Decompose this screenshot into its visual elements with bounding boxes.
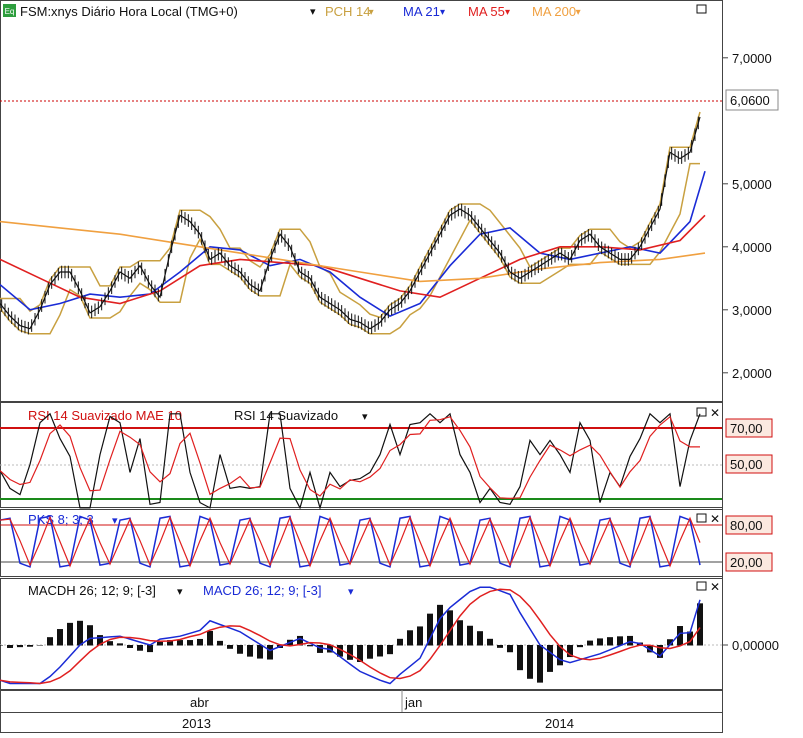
macd-histogram-bar xyxy=(377,645,383,657)
indicator-dropdown-icon[interactable]: ▾ xyxy=(440,7,445,18)
macd-histogram-bar xyxy=(0,645,3,646)
equity-badge: Eq xyxy=(5,7,15,16)
price-tick-label: 4,0000 xyxy=(732,240,772,255)
macd-histogram-bar xyxy=(267,645,273,660)
macd-histogram-bar xyxy=(497,645,503,648)
macdh-title[interactable]: MACDH 26; 12; 9; [-3] xyxy=(28,583,156,598)
macd-histogram-bar xyxy=(127,645,133,648)
last-price-label: 6,0600 xyxy=(730,93,770,108)
price-panel[interactable] xyxy=(0,0,723,402)
title-dropdown-icon[interactable]: ▾ xyxy=(310,6,316,18)
pks-80-label: 80,00 xyxy=(730,518,763,533)
macd-histogram-bar xyxy=(177,640,183,646)
indicator-label-1[interactable]: MA 21 xyxy=(403,4,440,19)
year-label-2014: 2014 xyxy=(545,716,574,731)
macd-histogram-bar xyxy=(597,638,603,646)
macd-histogram-bar xyxy=(197,638,203,646)
price-tick-label: 5,0000 xyxy=(732,177,772,192)
indicator-dropdown-icon[interactable]: ▾ xyxy=(576,7,581,18)
price-tick-label: 2,0000 xyxy=(732,366,772,381)
macd-histogram-bar xyxy=(547,645,553,672)
macd-histogram-bar xyxy=(507,645,513,653)
macd-histogram-bar xyxy=(307,645,313,647)
macd-histogram-bar xyxy=(137,645,143,651)
macd-zero-label: 0,00000 xyxy=(732,638,779,653)
macd-histogram-bar xyxy=(417,626,423,646)
indicator-label-0[interactable]: PCH 14 xyxy=(325,4,371,19)
indicator-dropdown-icon[interactable]: ▾ xyxy=(505,7,510,18)
chart-window: Eq FSM:xnys Diário Hora Local (TMG+0) ▾ … xyxy=(0,0,803,733)
macd-histogram-bar xyxy=(27,645,33,647)
macd-histogram-bar xyxy=(87,625,93,646)
macd-histogram-bar xyxy=(247,645,253,657)
macd-histogram-bar xyxy=(387,645,393,655)
macd-histogram-bar xyxy=(517,645,523,671)
macd-histogram-bar xyxy=(537,645,543,683)
chart-title[interactable]: FSM:xnys Diário Hora Local (TMG+0) xyxy=(20,4,238,19)
macd-histogram-bar xyxy=(367,645,373,659)
indicator-dropdown-icon[interactable]: ▾ xyxy=(369,7,374,18)
macd-histogram-bar xyxy=(207,630,213,646)
macd-histogram-bar xyxy=(257,645,263,659)
rsi-70-label: 70,00 xyxy=(730,421,763,436)
macd-histogram-bar xyxy=(67,622,73,646)
macd-histogram-bar xyxy=(107,641,113,646)
macd-histogram-bar xyxy=(57,629,63,646)
macd-histogram-bar xyxy=(77,620,83,646)
macd-histogram-bar xyxy=(627,635,633,646)
chart-canvas: Eq FSM:xnys Diário Hora Local (TMG+0) ▾ … xyxy=(0,0,779,733)
rsi-title[interactable]: RSI 14 Suavizado xyxy=(234,408,338,423)
macd-histogram-bar xyxy=(527,645,533,679)
macd-histogram-bar xyxy=(217,640,223,646)
macd-dropdown-icon[interactable]: ▾ xyxy=(348,586,354,598)
macd-histogram-bar xyxy=(147,645,153,653)
price-tick-label: 3,0000 xyxy=(732,303,772,318)
macd-histogram-bar xyxy=(427,613,433,646)
macd-histogram-bar xyxy=(407,630,413,646)
close-macd-icon[interactable]: ✕ xyxy=(710,580,720,594)
month-label-abr: abr xyxy=(190,695,209,710)
macd-histogram-bar xyxy=(587,640,593,646)
close-pks-icon[interactable]: ✕ xyxy=(710,512,720,526)
macd-histogram-bar xyxy=(237,645,243,654)
indicator-label-3[interactable]: MA 200 xyxy=(532,4,576,19)
macd-histogram-bar xyxy=(47,637,53,646)
macd-histogram-bar xyxy=(477,631,483,646)
macd-histogram-bar xyxy=(7,645,13,648)
indicator-label-2[interactable]: MA 55 xyxy=(468,4,505,19)
month-label-jan: jan xyxy=(404,695,422,710)
rsi-dropdown-icon[interactable]: ▾ xyxy=(362,411,368,423)
macd-histogram-bar xyxy=(37,645,43,646)
macd-histogram-bar xyxy=(697,603,703,646)
macd-title[interactable]: MACD 26; 12; 9; [-3] xyxy=(203,583,322,598)
close-rsi-icon[interactable]: ✕ xyxy=(710,406,720,420)
macd-histogram-bar xyxy=(397,638,403,646)
rsi-50-label: 50,00 xyxy=(730,457,763,472)
time-axis xyxy=(0,690,723,733)
macd-histogram-bar xyxy=(187,640,193,646)
macd-histogram-bar xyxy=(157,641,163,646)
year-label-2013: 2013 xyxy=(182,716,211,731)
pks-20-label: 20,00 xyxy=(730,555,763,570)
price-tick-label: 7,0000 xyxy=(732,51,772,66)
macd-histogram-bar xyxy=(437,604,443,646)
macd-histogram-bar xyxy=(17,645,23,648)
macd-histogram-bar xyxy=(347,645,353,660)
macd-histogram-bar xyxy=(467,625,473,646)
macd-histogram-bar xyxy=(457,620,463,646)
macd-histogram-bar xyxy=(607,637,613,646)
macd-histogram-bar xyxy=(227,645,233,649)
macd-histogram-bar xyxy=(487,638,493,646)
macdh-dropdown-icon[interactable]: ▾ xyxy=(177,586,183,598)
macd-histogram-bar xyxy=(117,643,123,646)
macd-histogram-bar xyxy=(577,645,583,648)
